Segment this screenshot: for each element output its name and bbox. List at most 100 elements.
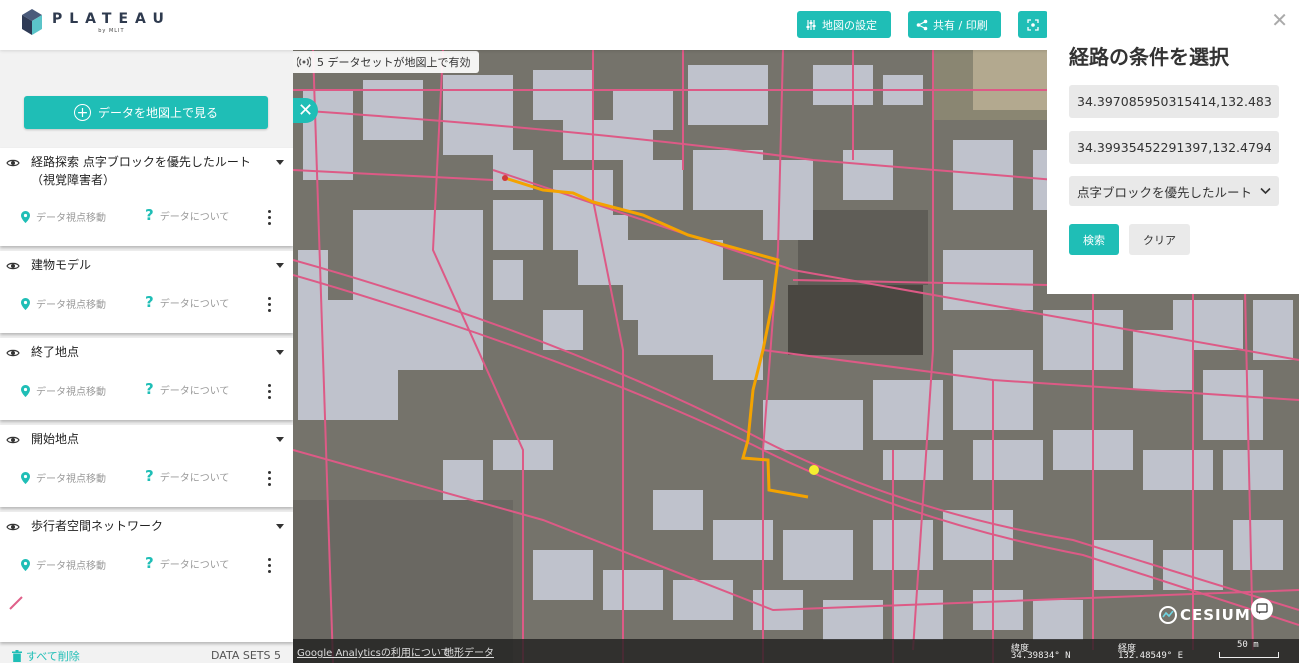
map-settings-button[interactable]: 地図の設定 <box>797 11 891 38</box>
search-route-button[interactable]: 検索 <box>1069 224 1119 255</box>
location-pin-icon <box>21 471 30 484</box>
location-pin-icon <box>21 210 30 223</box>
eye-icon[interactable] <box>6 261 20 271</box>
end-point-input[interactable] <box>1069 131 1279 164</box>
caret-down-icon[interactable] <box>276 263 284 268</box>
screenshot-button[interactable] <box>1018 11 1048 38</box>
terrain-data-link[interactable]: 地形データ <box>444 644 494 659</box>
more-menu-icon[interactable] <box>268 558 272 573</box>
analytics-link[interactable]: Google Analyticsの利用について <box>297 644 451 659</box>
plus-circle-icon: + <box>73 104 91 121</box>
scale-label: 50 m <box>1237 640 1259 650</box>
share-icon <box>916 19 928 30</box>
dataset-title: 建物モデル <box>31 258 92 272</box>
more-menu-icon[interactable] <box>268 210 272 225</box>
caret-down-icon[interactable] <box>276 437 284 442</box>
about-data-label: データについて <box>159 298 230 310</box>
caret-down-icon[interactable] <box>276 160 284 165</box>
question-icon: ? <box>145 467 154 485</box>
route-option-select[interactable]: 点字ブロックを優先したルート <box>1069 176 1279 206</box>
view-data-label: データを地図上で見る <box>97 106 218 120</box>
dataset-title: 開始地点 <box>31 432 80 446</box>
network-legend-swatch <box>9 596 23 610</box>
caret-down-icon[interactable] <box>276 524 284 529</box>
about-data-link[interactable]: ? データについて <box>145 380 229 398</box>
move-to-data-link[interactable]: データ視点移動 <box>21 209 106 224</box>
move-to-data-label: データ視点移動 <box>36 213 106 224</box>
about-data-label: データについて <box>159 385 230 397</box>
map-footer: Google Analyticsの利用について 地形データ 緯度 34.3983… <box>293 639 1299 663</box>
caret-down-icon[interactable] <box>276 350 284 355</box>
route-option-value: 点字ブロックを優先したルート <box>1077 184 1253 200</box>
map-settings-label: 地図の設定 <box>822 18 877 32</box>
about-data-label: データについて <box>159 472 230 484</box>
view-data-on-map-button[interactable]: + データを地図上で見る <box>24 96 268 129</box>
more-menu-icon[interactable] <box>268 471 272 486</box>
close-panel-icon[interactable]: ✕ <box>1271 8 1288 32</box>
route-end-marker <box>809 465 819 475</box>
question-icon: ? <box>145 293 154 311</box>
about-data-label: データについて <box>159 211 230 223</box>
feedback-button[interactable] <box>1251 598 1273 620</box>
move-to-data-label: データ視点移動 <box>36 300 106 311</box>
active-datasets-badge: 5 データセットが地図上で有効 <box>293 51 479 73</box>
longitude-value: 132.48549° E <box>1118 651 1184 661</box>
move-to-data-link[interactable]: データ視点移動 <box>21 383 106 398</box>
dataset-card-start-point: 開始地点 データ視点移動 ? データについて <box>0 425 293 507</box>
capture-icon <box>1027 18 1039 31</box>
route-panel-title: 経路の条件を選択 <box>1069 45 1229 69</box>
cesium-label: CESIUM <box>1180 606 1251 624</box>
logo-subtitle: by MLIT <box>98 27 125 34</box>
dataset-card-pedestrian-network: 歩行者空間ネットワーク データ視点移動 ? データについて <box>0 512 293 642</box>
share-print-button[interactable]: 共有 / 印刷 <box>908 11 1001 38</box>
broadcast-icon <box>297 56 311 68</box>
sliders-icon <box>806 19 816 30</box>
move-to-data-label: データ視点移動 <box>36 561 106 572</box>
chat-icon <box>1256 603 1268 614</box>
dataset-title: 終了地点 <box>31 345 80 359</box>
about-data-link[interactable]: ? データについて <box>145 206 229 224</box>
eye-icon[interactable] <box>6 158 20 168</box>
dataset-title: 歩行者空間ネットワーク <box>31 519 164 533</box>
route-start-marker <box>502 175 508 181</box>
more-menu-icon[interactable] <box>268 297 272 312</box>
eye-icon[interactable] <box>6 522 20 532</box>
question-icon: ? <box>145 380 154 398</box>
about-data-link[interactable]: ? データについて <box>145 554 229 572</box>
more-menu-icon[interactable] <box>268 384 272 399</box>
dataset-title: 経路探索 点字ブロックを優先したルート（視覚障害者） <box>31 155 251 187</box>
dataset-card-buildings: 建物モデル データ視点移動 ? データについて <box>0 251 293 333</box>
about-data-link[interactable]: ? データについて <box>145 293 229 311</box>
clear-route-button[interactable]: クリア <box>1129 224 1190 255</box>
active-datasets-text: 5 データセットが地図上で有効 <box>317 56 471 69</box>
cesium-icon <box>1159 606 1177 624</box>
about-data-link[interactable]: ? データについて <box>145 467 229 485</box>
move-to-data-link[interactable]: データ視点移動 <box>21 296 106 311</box>
location-pin-icon <box>21 558 30 571</box>
logo-cube-icon <box>22 9 42 35</box>
collapse-panel-button[interactable]: ✕ <box>293 98 318 123</box>
start-point-input[interactable] <box>1069 85 1279 118</box>
move-to-data-label: データ視点移動 <box>36 387 106 398</box>
app-root: PLATEAU by MLIT 地図の設定 共有 / 印刷 + データを地図上で… <box>0 0 1299 663</box>
location-pin-icon <box>21 384 30 397</box>
share-print-label: 共有 / 印刷 <box>933 18 988 32</box>
dataset-card-route: 経路探索 点字ブロックを優先したルート（視覚障害者） データ視点移動 ? データ… <box>0 148 293 246</box>
plateau-logo[interactable]: PLATEAU by MLIT <box>22 9 171 35</box>
move-to-data-link[interactable]: データ視点移動 <box>21 557 106 572</box>
scale-bar <box>1219 652 1279 658</box>
delete-all-button[interactable]: すべて削除 <box>12 648 80 663</box>
delete-all-label: すべて削除 <box>26 650 80 663</box>
left-sidebar: + データを地図上で見る 経路探索 点字ブロックを優先したルート（視覚障害者） … <box>0 50 293 663</box>
move-to-data-link[interactable]: データ視点移動 <box>21 470 106 485</box>
trash-icon <box>12 650 22 662</box>
cesium-logo[interactable]: CESIUM <box>1159 606 1251 624</box>
datasets-count: DATA SETS 5 <box>211 649 281 662</box>
location-pin-icon <box>21 297 30 310</box>
dataset-card-end-point: 終了地点 データ視点移動 ? データについて <box>0 338 293 420</box>
eye-icon[interactable] <box>6 348 20 358</box>
question-icon: ? <box>145 206 154 224</box>
route-conditions-panel: ✕ 経路の条件を選択 点字ブロックを優先したルート 検索 クリア <box>1047 0 1299 294</box>
eye-icon[interactable] <box>6 435 20 445</box>
about-data-label: データについて <box>159 559 230 571</box>
